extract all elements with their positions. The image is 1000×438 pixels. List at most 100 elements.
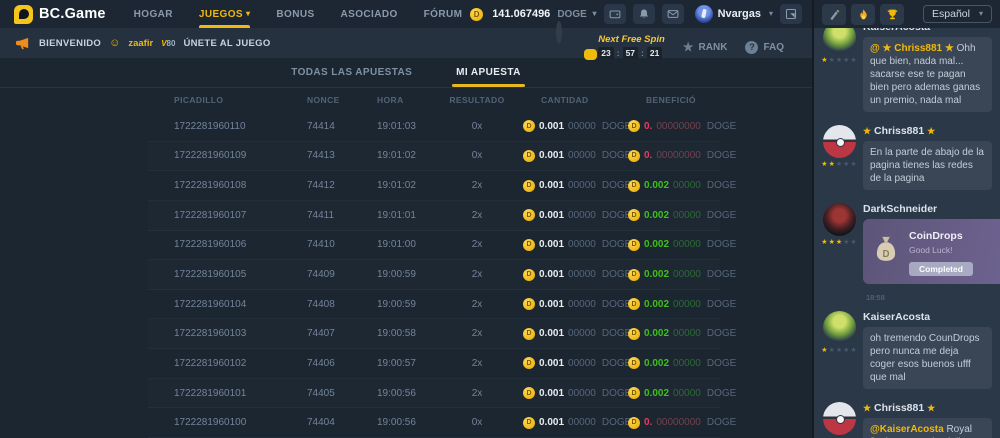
user-menu[interactable]: Nvargas ▾ [695,5,773,23]
message-content: DarkSchneiderDCoinDropsGood Luck!Complet… [863,203,992,302]
chat-username[interactable]: KaiserAcosta [863,28,992,33]
hot-games-button[interactable] [851,4,875,25]
language-selector[interactable]: Español▾ [923,5,992,23]
wallet-button[interactable] [604,4,626,24]
table-row[interactable]: 17222819601067441019:01:002xD0.00100000D… [148,231,720,261]
chat-messages: ★★★★★KaiserAcosta@ ★ Chriss881 ★ Ohh que… [814,28,1000,438]
star-icon: ★ [863,403,871,413]
free-spin-widget[interactable]: Next Free Spin 23:57:21 [556,24,665,62]
chat-bubble: @KaiserAcosta Royal flush es que el móvi… [863,418,992,438]
doge-coin-icon: D [523,417,535,429]
faq-link[interactable]: ?FAQ [745,33,784,54]
tab-mi-apuesta[interactable]: MI APUESTA [456,58,521,87]
nav-item-juegos[interactable]: JUEGOS▾ [199,0,251,28]
rank-link[interactable]: ★RANK [683,32,728,54]
mention-link[interactable]: @ ★ Chriss881 ★ [870,43,954,54]
tournament-button[interactable] [880,4,904,25]
doge-coin-icon: D [523,357,535,369]
chat-message: ★★★★★ DarkSchneiderDCoinDropsGood Luck!Co… [822,203,992,302]
chat-username[interactable]: ★ Chriss881 ★ [863,402,992,414]
table-row[interactable]: 17222819601057440919:00:592xD0.00100000D… [148,260,720,290]
table-row[interactable]: 17222819601037440719:00:582xD0.00100000D… [148,319,720,349]
message-user-block: ★★★★★ [822,203,856,302]
chat-avatar[interactable] [823,203,856,236]
bet-hash: 1722281960108 [148,180,281,191]
bet-result: 2x [439,358,515,369]
nav-item-label: FÓRUM [424,9,463,20]
announcement-username[interactable]: zaafir [128,38,153,49]
column-header: CANTIDAD [515,95,620,105]
chat-username[interactable]: KaiserAcosta [863,311,992,323]
nav-item-asociado[interactable]: ASOCIADO [341,0,398,28]
flame-icon [857,8,870,21]
nav-item-bonus[interactable]: BONUS [276,0,314,28]
bcgame-logo[interactable]: BC.Game [14,5,106,24]
doge-coin-icon: D [628,209,640,221]
announcement-cta[interactable]: ÚNETE AL JUEGO [183,38,270,49]
main-nav: HOGAR JUEGOS▾ BONUS ASOCIADO FÓRUM [134,0,463,28]
trophy-icon [886,8,899,21]
bet-amount: D0.00100000DOGE [515,298,620,310]
announcement-bar: BIENVENIDO ☺ zaafir V80 ÚNETE AL JUEGO N… [0,28,812,58]
notifications-button[interactable] [633,4,655,24]
table-row[interactable]: 17222819601007440419:00:560xD0.00100000D… [148,408,720,438]
nav-item-fórum[interactable]: FÓRUM [424,0,463,28]
doge-coin-icon: D [628,387,640,399]
announcement-greeting: BIENVENIDO [39,38,101,49]
table-row[interactable]: 17222819601077441119:01:012xD0.00100000D… [148,201,720,231]
bet-nonce: 74414 [281,121,351,132]
table-row[interactable]: 17222819601027440619:00:572xD0.00100000D… [148,349,720,379]
bet-time: 19:01:00 [351,239,439,250]
currency-selector[interactable]: DOGE ▾ [557,9,596,20]
message-content: KaiserAcosta@ ★ Chriss881 ★ Ohh que bien… [863,28,992,116]
table-row[interactable]: 17222819601047440819:00:592xD0.00100000D… [148,290,720,320]
timer-seconds: 21 [647,47,662,59]
bet-amount: D0.00100000DOGE [515,150,620,162]
games-shortcut-button[interactable] [822,4,846,25]
chat-avatar[interactable] [823,402,856,435]
bet-hash: 1722281960110 [148,121,281,132]
chat-username[interactable]: ★ Chriss881 ★ [863,125,992,137]
chat-avatar[interactable] [823,125,856,158]
bet-nonce: 74406 [281,358,351,369]
column-header: NONCE [281,95,351,105]
chat-avatar[interactable] [823,311,856,344]
bet-nonce: 74410 [281,239,351,250]
doge-coin-icon: D [523,150,535,162]
chevron-down-icon: ▾ [769,9,773,18]
bet-amount: D0.00100000DOGE [515,357,620,369]
chat-toggle-button[interactable] [780,4,802,24]
balance-amount: 141.067496 [492,8,550,20]
tab-todas-las-apuestas[interactable]: TODAS LAS APUESTAS [291,58,412,87]
coindrops-completed-button[interactable]: Completed [909,262,973,276]
messages-button[interactable] [662,4,684,24]
chat-bubble: En la parte de abajo de la pagina tienes… [863,141,992,190]
table-row[interactable]: 17222819601017440519:00:562xD0.00100000D… [148,379,720,409]
table-row[interactable]: 17222819601097441319:01:020xD0.00100000D… [148,142,720,172]
message-user-block: ★★★★★ [822,402,856,438]
bet-amount: D0.00100000DOGE [515,417,620,429]
megaphone-icon [16,37,31,50]
column-header: RESULTADO [439,95,515,105]
table-row[interactable]: 17222819601087441219:01:022xD0.00100000D… [148,171,720,201]
doge-coin-icon: D [523,120,535,132]
mail-icon [667,8,679,20]
timer-minutes: 57 [623,47,638,59]
coindrops-card[interactable]: DCoinDropsGood Luck!Completed [863,219,1000,284]
user-star-rating: ★★★★★ [821,56,856,64]
star-icon: ★ [927,403,935,413]
spin-wheel-icon[interactable] [556,21,562,44]
chat-username[interactable]: DarkSchneider [863,203,992,215]
bet-profit: D0.00200000DOGE [620,180,720,192]
user-star-rating: ★★★★★ [821,346,856,354]
user-star-rating: ★★★★★ [821,238,856,246]
bet-amount: D0.00100000DOGE [515,239,620,251]
mention-link[interactable]: @KaiserAcosta [870,424,944,435]
doge-coin-icon: D [523,298,535,310]
table-row[interactable]: 17222819601107441419:01:030xD0.00100000D… [148,112,720,142]
bet-result: 0x [439,150,515,161]
bet-amount: D0.00100000DOGE [515,328,620,340]
chat-avatar[interactable] [823,28,856,54]
nav-item-hogar[interactable]: HOGAR [134,0,173,28]
brush-icon [828,8,841,21]
